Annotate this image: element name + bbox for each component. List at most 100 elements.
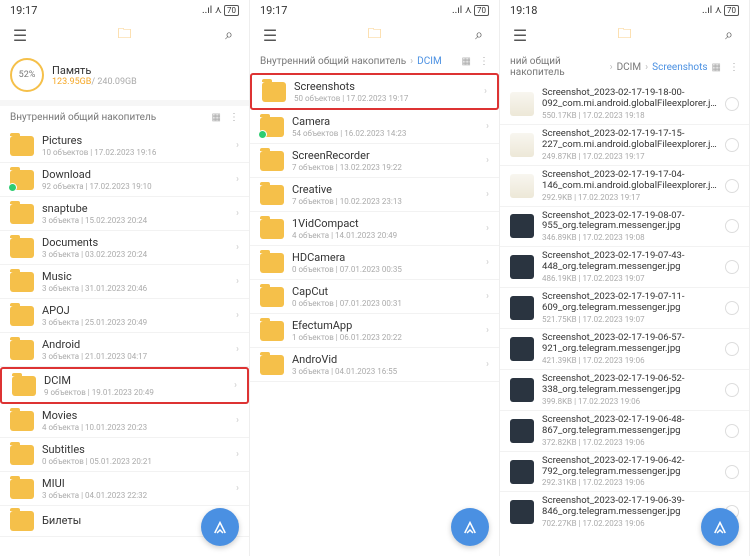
- folder-row[interactable]: Download 92 объекта | 17.02.2023 19:10 ›: [0, 163, 249, 197]
- folder-meta: 7 объектов | 13.02.2023 19:22: [292, 163, 478, 172]
- more-icon[interactable]: ⋮: [729, 62, 739, 73]
- breadcrumb[interactable]: ний общий накопитель›DCIM›Screenshots ▦⋮: [500, 50, 749, 84]
- select-radio[interactable]: [725, 301, 739, 315]
- folder-name: DCIM: [44, 374, 226, 387]
- clean-fab[interactable]: [701, 508, 739, 546]
- file-row[interactable]: Screenshot_2023-02-17-19-07-11-609_org.t…: [500, 288, 749, 329]
- folder-row[interactable]: Android 3 объекта | 21.01.2023 04:17 ›: [0, 333, 249, 367]
- search-icon[interactable]: ⌕: [719, 27, 739, 43]
- row-text: snaptube 3 объекта | 15.02.2023 20:24: [42, 202, 228, 225]
- phone-screen-3: 19:18 ..ıl ⋏ 70 ☰ 🗀 ⌕ ний общий накопите…: [500, 0, 750, 556]
- time: 19:17: [260, 4, 287, 17]
- row-text: Download 92 объекта | 17.02.2023 19:10: [42, 168, 228, 191]
- chevron-right-icon: ›: [236, 449, 239, 460]
- folder-icon: [10, 136, 34, 156]
- chevron-right-icon: ›: [236, 483, 239, 494]
- row-text: Screenshot_2023-02-17-19-06-48-867_org.t…: [542, 415, 717, 447]
- select-radio[interactable]: [725, 179, 739, 193]
- folder-icon: [10, 272, 34, 292]
- folder-row[interactable]: Documents 3 объекта | 03.02.2023 20:24 ›: [0, 231, 249, 265]
- file-meta: 550.17KB | 17.02.2023 19:18: [542, 111, 717, 120]
- folder-icon: [260, 253, 284, 273]
- grid-view-icon[interactable]: ▦: [712, 62, 721, 73]
- folder-row[interactable]: APOJ 3 объекта | 25.01.2023 20:49 ›: [0, 299, 249, 333]
- select-radio[interactable]: [725, 465, 739, 479]
- file-row[interactable]: Screenshot_2023-02-17-19-06-42-792_org.t…: [500, 452, 749, 493]
- folder-meta: 3 объекта | 03.02.2023 20:24: [42, 250, 228, 259]
- storage-summary[interactable]: 52% Память 123.95GB/ 240.09GB: [0, 50, 249, 100]
- folder-row[interactable]: Screenshots 50 объектов | 17.02.2023 19:…: [250, 73, 499, 110]
- folder-list[interactable]: Screenshots 50 объектов | 17.02.2023 19:…: [250, 73, 499, 519]
- folder-row[interactable]: Music 3 объекта | 31.01.2023 20:46 ›: [0, 265, 249, 299]
- select-radio[interactable]: [725, 383, 739, 397]
- file-list[interactable]: Screenshot_2023-02-17-19-18-00-092_com.m…: [500, 84, 749, 530]
- folder-name: ScreenRecorder: [292, 149, 478, 162]
- folder-row[interactable]: Movies 4 объекта | 10.01.2023 20:23 ›: [0, 404, 249, 438]
- folder-row[interactable]: Subtitles 0 объектов | 05.01.2023 20:21 …: [0, 438, 249, 472]
- file-row[interactable]: Screenshot_2023-02-17-19-07-43-448_org.t…: [500, 247, 749, 288]
- chevron-right-icon: ›: [236, 208, 239, 219]
- folder-row[interactable]: MIUI 3 объекта | 04.01.2023 22:32 ›: [0, 472, 249, 506]
- file-thumbnail: [510, 378, 534, 402]
- folder-row[interactable]: HDCamera 0 объектов | 07.01.2023 00:35 ›: [250, 246, 499, 280]
- file-row[interactable]: Screenshot_2023-02-17-19-06-52-338_org.t…: [500, 370, 749, 411]
- app-bar: ☰ 🗀 ⌕: [0, 20, 249, 50]
- folder-row[interactable]: Pictures 10 объектов | 17.02.2023 19:16 …: [0, 129, 249, 163]
- folder-row[interactable]: DCIM 9 объектов | 19.01.2023 20:49 ›: [0, 367, 249, 404]
- file-row[interactable]: Screenshot_2023-02-17-19-17-15-227_com.m…: [500, 125, 749, 166]
- chevron-right-icon: ›: [484, 86, 487, 97]
- file-meta: 399.8KB | 17.02.2023 19:06: [542, 397, 717, 406]
- breadcrumb[interactable]: Внутренний общий накопитель›DCIM ▦⋮: [250, 50, 499, 73]
- folder-row[interactable]: 1VidCompact 4 объекта | 14.01.2023 20:49…: [250, 212, 499, 246]
- file-thumbnail: [510, 255, 534, 279]
- menu-icon[interactable]: ☰: [510, 26, 530, 45]
- clean-fab[interactable]: [451, 508, 489, 546]
- folder-icon: [260, 185, 284, 205]
- folder-row[interactable]: EfectumApp 1 объектов | 06.01.2023 20:22…: [250, 314, 499, 348]
- row-text: Screenshot_2023-02-17-19-18-00-092_com.m…: [542, 88, 717, 120]
- breadcrumb[interactable]: Внутренний общий накопитель ▦⋮: [0, 106, 249, 129]
- folder-row[interactable]: snaptube 3 объекта | 15.02.2023 20:24 ›: [0, 197, 249, 231]
- folder-name: CapCut: [292, 285, 478, 298]
- folder-meta: 3 объекта | 25.01.2023 20:49: [42, 318, 228, 327]
- file-row[interactable]: Screenshot_2023-02-17-19-08-07-955_org.t…: [500, 207, 749, 248]
- select-radio[interactable]: [725, 97, 739, 111]
- select-radio[interactable]: [725, 424, 739, 438]
- select-radio[interactable]: [725, 342, 739, 356]
- search-icon[interactable]: ⌕: [469, 27, 489, 43]
- chevron-right-icon: ›: [236, 242, 239, 253]
- row-text: Pictures 10 объектов | 17.02.2023 19:16: [42, 134, 228, 157]
- folder-row[interactable]: Camera 54 объектов | 16.02.2023 14:23 ›: [250, 110, 499, 144]
- more-icon[interactable]: ⋮: [229, 112, 239, 123]
- menu-icon[interactable]: ☰: [260, 26, 280, 45]
- select-radio[interactable]: [725, 138, 739, 152]
- folder-list[interactable]: Pictures 10 объектов | 17.02.2023 19:16 …: [0, 129, 249, 556]
- more-icon[interactable]: ⋮: [479, 56, 489, 67]
- select-radio[interactable]: [725, 260, 739, 274]
- folder-tab-icon[interactable]: 🗀: [615, 23, 635, 47]
- folder-row[interactable]: AndroVid 3 объекта | 04.01.2023 16:55 ›: [250, 348, 499, 382]
- folder-row[interactable]: CapCut 0 объектов | 07.01.2023 00:31 ›: [250, 280, 499, 314]
- search-icon[interactable]: ⌕: [219, 27, 239, 43]
- file-row[interactable]: Screenshot_2023-02-17-19-06-57-921_org.t…: [500, 329, 749, 370]
- file-row[interactable]: Screenshot_2023-02-17-19-06-48-867_org.t…: [500, 411, 749, 452]
- folder-row[interactable]: ScreenRecorder 7 объектов | 13.02.2023 1…: [250, 144, 499, 178]
- menu-icon[interactable]: ☰: [10, 26, 30, 45]
- folder-tab-icon[interactable]: 🗀: [115, 23, 135, 47]
- folder-name: Subtitles: [42, 443, 228, 456]
- chevron-right-icon: ›: [236, 174, 239, 185]
- select-radio[interactable]: [725, 219, 739, 233]
- grid-view-icon[interactable]: ▦: [462, 56, 471, 67]
- file-name: Screenshot_2023-02-17-19-06-57-921_org.t…: [542, 333, 717, 355]
- file-thumbnail: [510, 500, 534, 524]
- folder-row[interactable]: Creative 7 объектов | 10.02.2023 23:13 ›: [250, 178, 499, 212]
- folder-name: Creative: [292, 183, 478, 196]
- clean-fab[interactable]: [201, 508, 239, 546]
- folder-meta: 0 объектов | 05.01.2023 20:21: [42, 457, 228, 466]
- row-text: Android 3 объекта | 21.01.2023 04:17: [42, 338, 228, 361]
- folder-tab-icon[interactable]: 🗀: [365, 23, 385, 47]
- file-row[interactable]: Screenshot_2023-02-17-19-18-00-092_com.m…: [500, 84, 749, 125]
- file-row[interactable]: Screenshot_2023-02-17-19-17-04-146_com.m…: [500, 166, 749, 207]
- grid-view-icon[interactable]: ▦: [212, 112, 221, 123]
- file-meta: 292.31KB | 17.02.2023 19:06: [542, 478, 717, 487]
